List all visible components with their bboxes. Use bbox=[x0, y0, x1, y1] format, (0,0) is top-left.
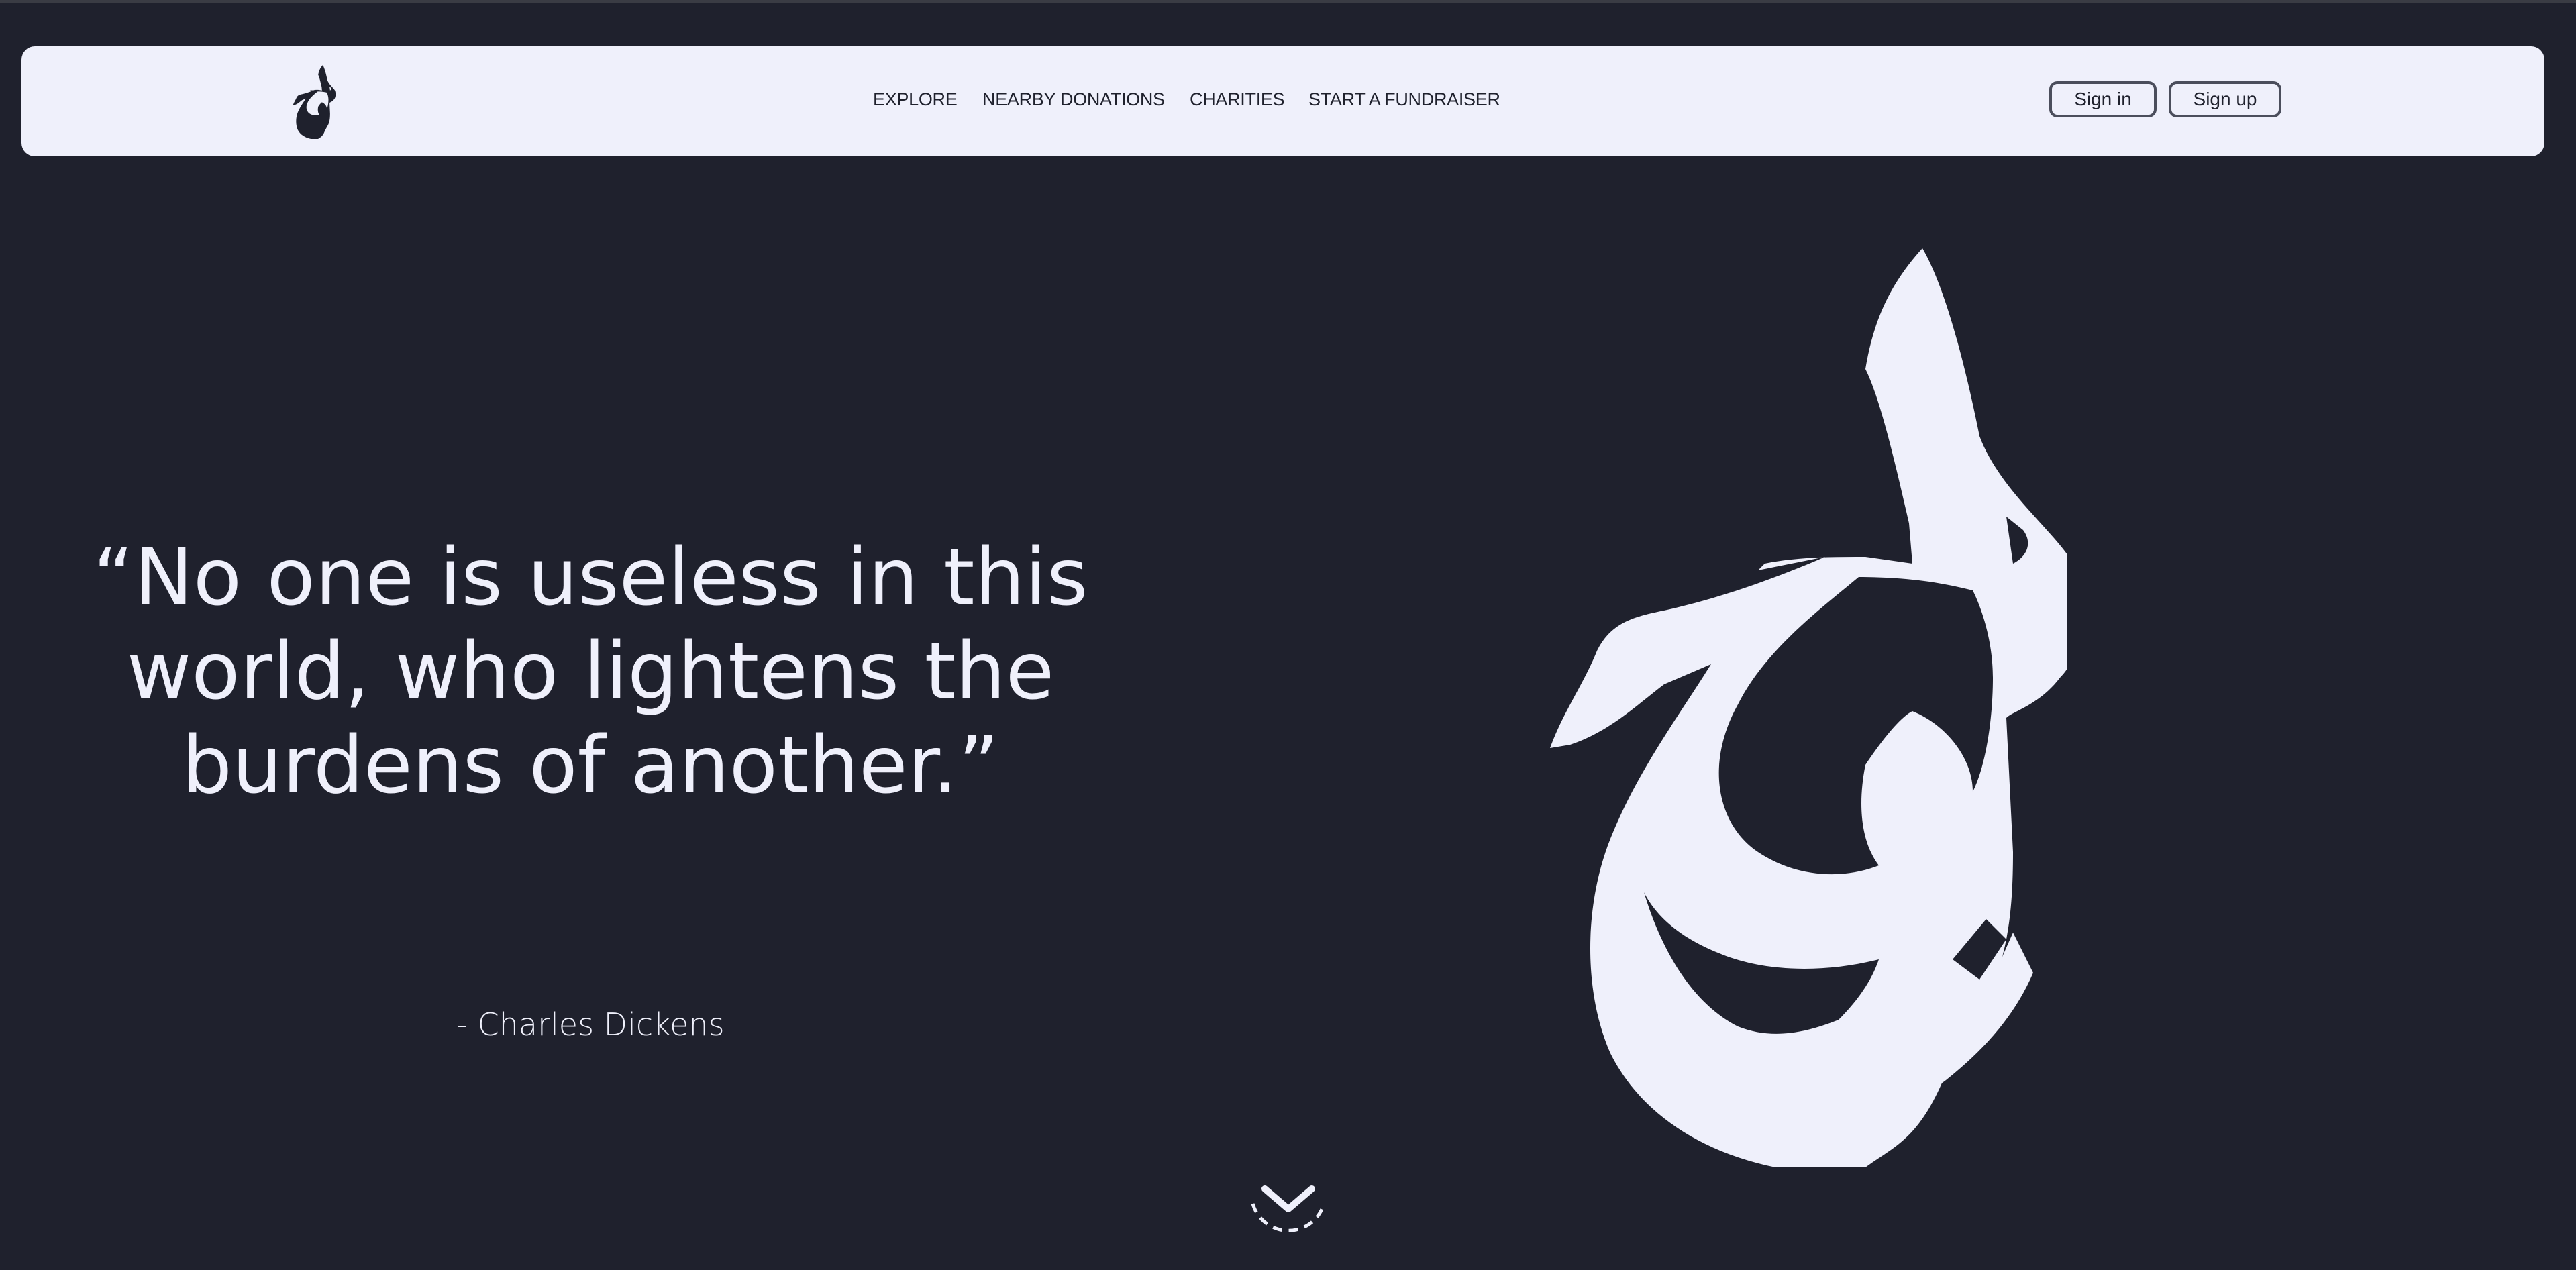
sign-up-button[interactable]: Sign up bbox=[2169, 81, 2281, 117]
quote-block: “No one is useless in this world, who li… bbox=[40, 530, 1141, 812]
calligraphy-logo-icon bbox=[1550, 248, 2067, 1167]
window-top-border bbox=[0, 0, 2576, 3]
nav-link-start-a-fundraiser[interactable]: START A FUNDRAISER bbox=[1308, 89, 1500, 110]
hero-quote: “No one is useless in this world, who li… bbox=[93, 531, 1088, 811]
sign-in-button[interactable]: Sign in bbox=[2049, 81, 2157, 117]
nav-link-explore[interactable]: EXPLORE bbox=[873, 89, 958, 110]
chevron-down-icon[interactable] bbox=[1245, 1175, 1332, 1242]
nav-link-charities[interactable]: CHARITIES bbox=[1190, 89, 1285, 110]
navbar: EXPLORE NEARBY DONATIONS CHARITIES START… bbox=[21, 46, 2544, 156]
nav-link-nearby-donations[interactable]: NEARBY DONATIONS bbox=[982, 89, 1165, 110]
quote-author: - Charles Dickens bbox=[456, 1006, 725, 1043]
nav-links: EXPLORE NEARBY DONATIONS CHARITIES START… bbox=[21, 46, 2544, 156]
